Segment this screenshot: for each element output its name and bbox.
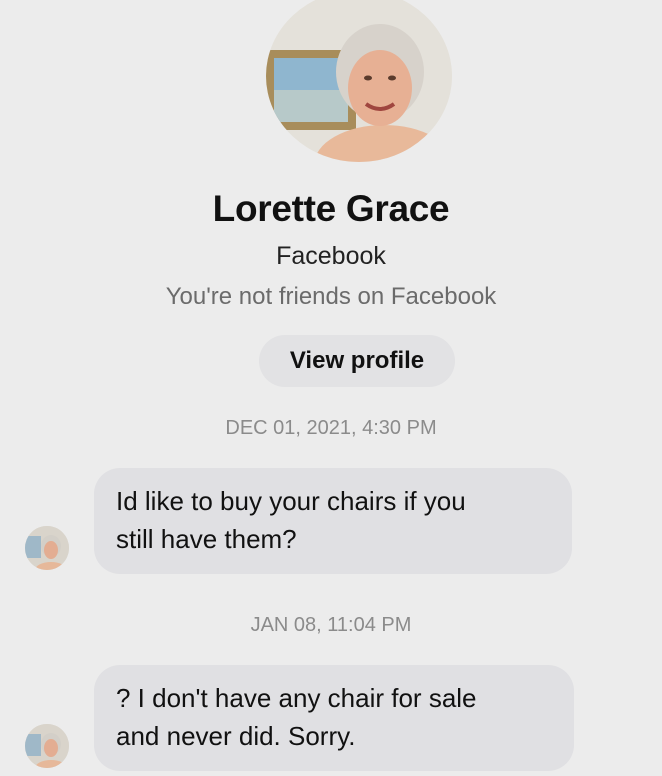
sender-avatar[interactable] xyxy=(25,526,69,570)
message-timestamp: DEC 01, 2021, 4:30 PM xyxy=(225,417,437,439)
sender-avatar[interactable] xyxy=(25,724,69,768)
message-bubble[interactable]: Id like to buy your chairs if you still … xyxy=(94,468,572,574)
view-profile-button[interactable]: View profile xyxy=(259,335,455,387)
contact-name: Lorette Grace xyxy=(212,188,450,229)
message-line: Id like to buy your chairs if you xyxy=(116,486,466,516)
profile-photo[interactable] xyxy=(266,0,452,162)
contact-platform: Facebook xyxy=(276,242,386,270)
friend-status: You're not friends on Facebook xyxy=(165,283,497,310)
message-line: and never did. Sorry. xyxy=(116,721,356,751)
message-bubble[interactable]: ? I don't have any chair for sale and ne… xyxy=(94,665,574,771)
message-line: still have them? xyxy=(116,524,297,554)
message-line: ? I don't have any chair for sale xyxy=(116,683,477,713)
message-timestamp: JAN 08, 11:04 PM xyxy=(250,614,412,636)
